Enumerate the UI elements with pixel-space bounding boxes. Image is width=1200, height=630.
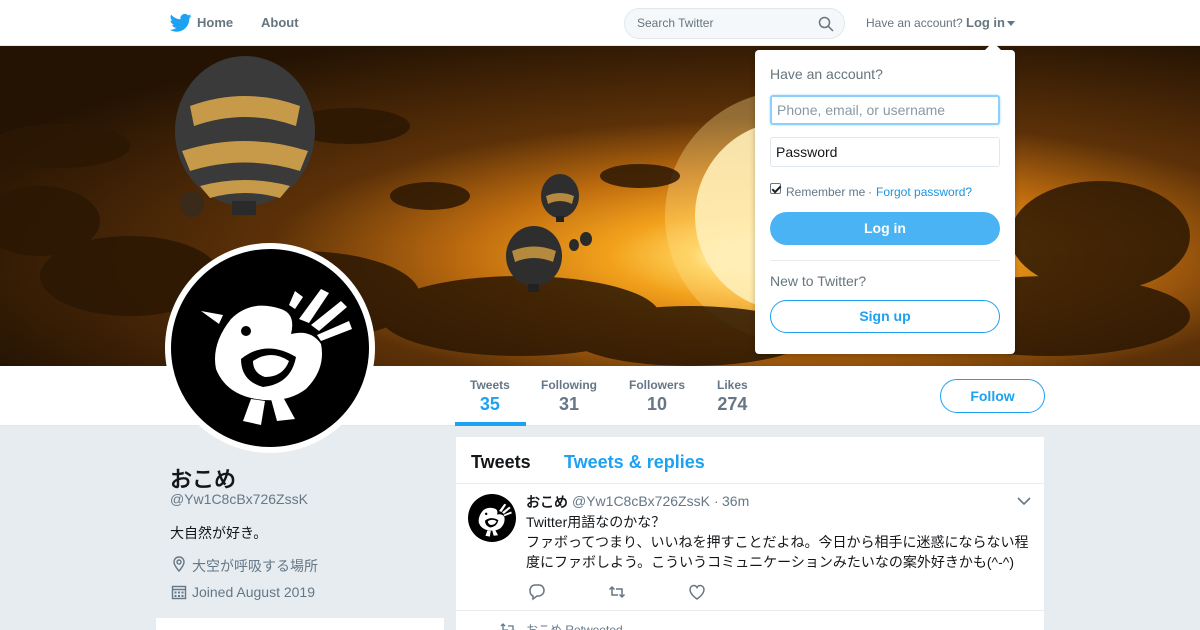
signup-button[interactable]: Sign up [770,300,1000,333]
tweet-author-name[interactable]: おこめ [526,492,568,512]
profile-handle[interactable]: @Yw1C8cBx726ZssK [170,491,308,507]
stat-label: Followers [629,378,686,392]
profile-name[interactable]: おこめ [170,462,236,494]
stat-value: 10 [646,394,668,414]
new-to-twitter-text: New to Twitter? [770,273,867,289]
tab-tweets[interactable]: Tweets [471,452,531,473]
retweet-icon [500,623,515,630]
stat-label: Likes [717,378,748,392]
like-icon[interactable] [688,583,706,601]
stat-value: 274 [717,394,748,414]
retweet-context: おこめ Retweeted [526,623,623,630]
timeline: Tweets Tweets & replies おこめ @Yw1C8cBx726… [456,437,1044,630]
login-dropdown: Have an account? Remember me · Forgot pa… [755,42,1015,354]
have-account-text: Have an account? [866,16,963,30]
sidebar-card [156,618,444,630]
search-icon[interactable] [818,16,834,32]
bird-emblem-icon [201,289,352,425]
stat-tweets[interactable]: Tweets 35 [470,378,510,415]
remember-me-checkbox[interactable] [770,183,781,194]
username-input[interactable] [770,95,1000,125]
chevron-down-icon[interactable] [1017,496,1031,506]
active-stat-underline [455,422,526,426]
twitter-bird-icon[interactable] [170,13,192,33]
profile-location: 大空が呼吸する場所 [192,558,318,574]
calendar-icon [171,585,187,600]
profile-joined-date: Joined August 2019 [192,584,315,600]
divider [456,483,1044,484]
stat-followers[interactable]: Followers 10 [629,378,685,415]
stat-value: 35 [479,394,500,414]
caret-down-icon[interactable] [1007,21,1015,26]
bird-emblem-icon [478,503,512,537]
retweet-icon[interactable] [608,583,626,601]
stat-following[interactable]: Following 31 [541,378,597,415]
tab-tweets-and-replies[interactable]: Tweets & replies [564,452,705,473]
remember-me-label[interactable]: Remember me [786,185,865,199]
dropdown-title: Have an account? [770,66,883,82]
avatar-image [171,249,369,447]
divider [770,260,1000,261]
profile-bio: 大自然が好き。 [170,525,268,541]
reply-icon[interactable] [528,583,546,601]
nav-about-link[interactable]: About [261,15,299,30]
dropdown-caret [985,42,1001,50]
stat-value: 31 [558,394,580,414]
location-pin-icon [173,556,185,572]
search-input[interactable]: Search Twitter [637,16,713,30]
tweet-author-handle[interactable]: @Yw1C8cBx726ZssK [572,493,710,509]
stat-label: Following [541,378,597,392]
top-nav: Home About Search Twitter Have an accoun… [0,0,1200,46]
separator-dot: · [868,185,872,199]
forgot-password-link[interactable]: Forgot password? [876,185,972,199]
tweet-separator: · [714,493,719,509]
profile-avatar[interactable] [165,243,375,453]
stat-likes[interactable]: Likes 274 [717,378,748,415]
tweet-timestamp[interactable]: 36m [722,493,749,509]
follow-button[interactable]: Follow [940,379,1045,413]
password-input[interactable] [770,137,1000,167]
login-button[interactable]: Log in [770,212,1000,245]
tweet-text: Twitter用語なのかな？ ファボってつまり、いいねを押すことだよね。今日から… [526,514,1029,570]
nav-home-link[interactable]: Home [197,15,233,30]
stat-label: Tweets [470,378,510,392]
tweet-avatar[interactable] [468,494,516,542]
login-dropdown-toggle[interactable]: Log in [966,15,1005,30]
balloon-large [175,56,315,215]
search-box[interactable]: Search Twitter [624,8,845,39]
divider [456,610,1044,611]
